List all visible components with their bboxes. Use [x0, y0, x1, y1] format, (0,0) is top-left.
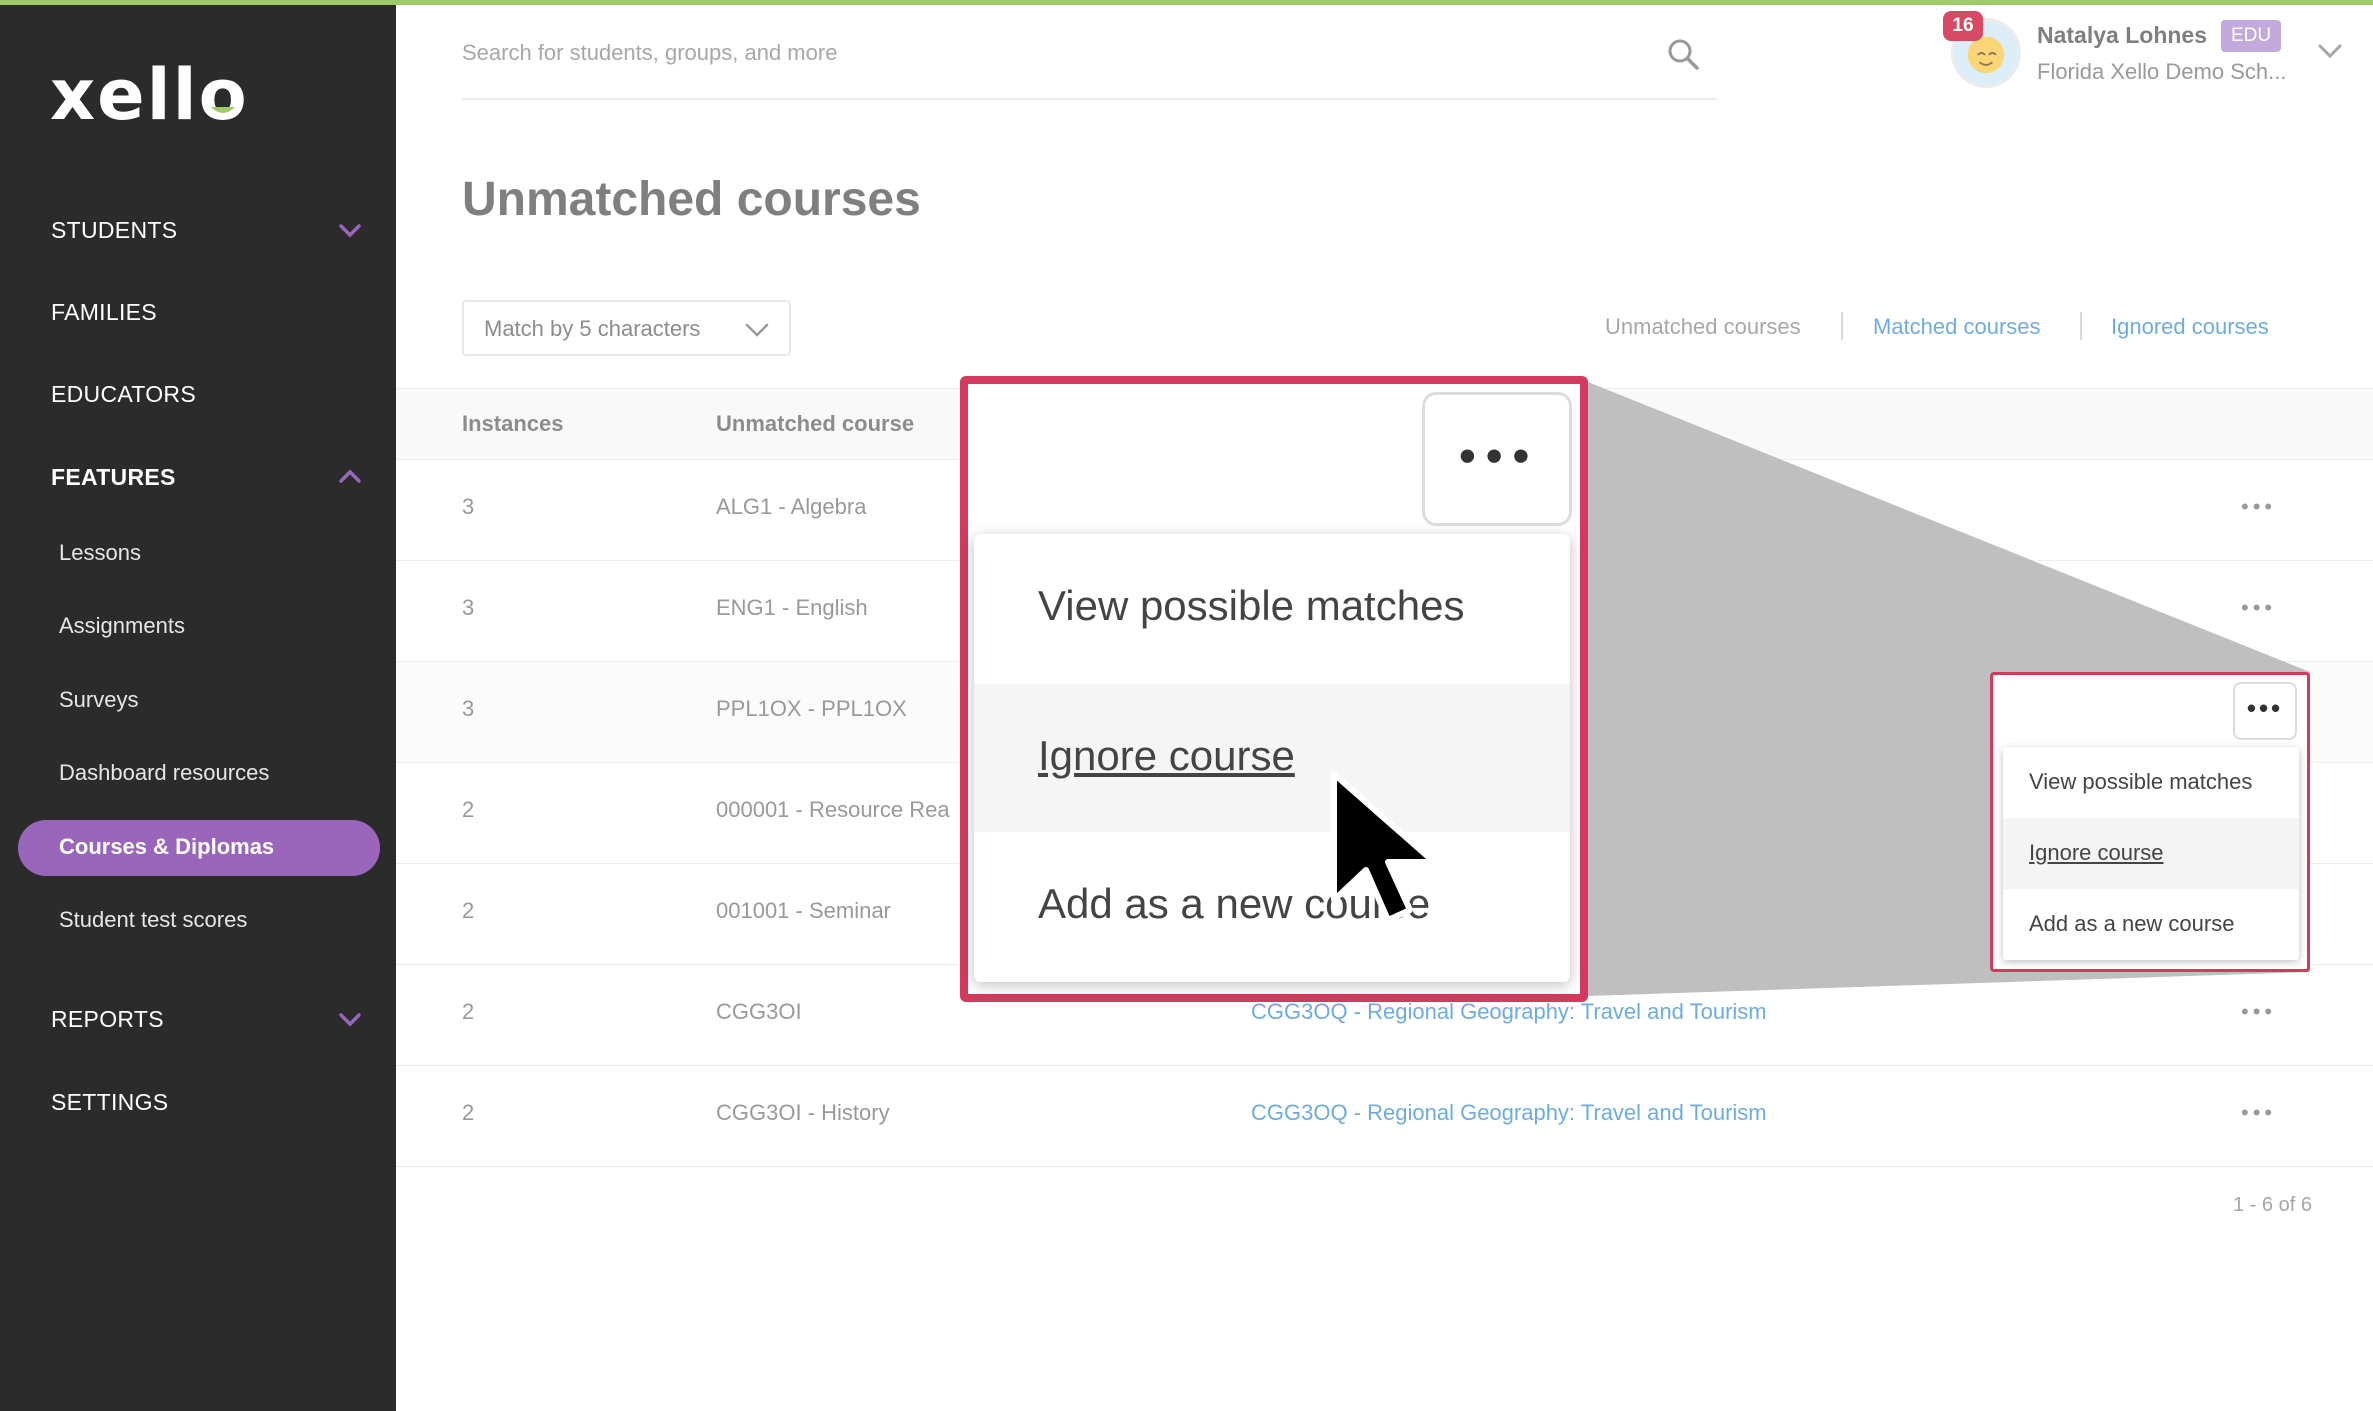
menu-item-label: View possible matches	[2029, 769, 2253, 794]
top-accent-bar	[0, 0, 2373, 5]
menu-item-label: Ignore course	[1038, 732, 1295, 779]
sidebar-item-reports[interactable]: REPORTS	[0, 1004, 396, 1034]
menu-item-ignore-course[interactable]: Ignore course	[974, 684, 1570, 832]
instances-cell: 2	[462, 898, 475, 923]
chevron-down-icon	[339, 224, 361, 238]
search-bar[interactable]: Search for students, groups, and more	[462, 20, 1717, 100]
user-name: Natalya Lohnes	[2037, 22, 2207, 48]
menu-item-add-as-new-course[interactable]: Add as a new course	[974, 832, 1570, 980]
sidebar-item-label: FEATURES	[51, 464, 176, 490]
sidebar-item-student-test-scores[interactable]: Student test scores	[0, 905, 396, 935]
row-context-menu: View possible matches Ignore course Add …	[2003, 747, 2299, 960]
tab-unmatched-courses[interactable]: Unmatched courses	[1605, 314, 1801, 340]
row-actions-button[interactable]: •••	[2241, 999, 2276, 1025]
row-actions-button[interactable]: •••	[2241, 595, 2276, 621]
sidebar-item-lessons[interactable]: Lessons	[0, 538, 396, 568]
sidebar-item-label: Dashboard resources	[59, 760, 270, 785]
course-cell: ALG1 - Algebra	[716, 494, 867, 519]
sidebar-item-dashboard-resources[interactable]: Dashboard resources	[0, 758, 396, 788]
instances-cell: 3	[462, 494, 475, 519]
pagination-label: 1 - 6 of 6	[2233, 1194, 2312, 1216]
mouse-pointer-icon	[1331, 771, 1437, 923]
row-actions-button[interactable]: •••	[2241, 1100, 2276, 1126]
sidebar-item-courses-diplomas[interactable]: Courses & Diplomas	[0, 832, 396, 862]
match-select-value: Match by 5 characters	[484, 316, 701, 341]
instances-cell: 2	[462, 1100, 475, 1125]
column-header-unmatched-course[interactable]: Unmatched course	[716, 411, 914, 437]
more-dots-icon	[1460, 449, 1528, 463]
chevron-down-icon	[745, 323, 769, 337]
zoomed-actions-button[interactable]	[1422, 392, 1572, 526]
sidebar: xello STUDENTS FAMILIES EDUCATORS FEATUR…	[0, 0, 396, 1411]
notification-badge[interactable]: 16	[1943, 11, 1983, 41]
course-cell: 000001 - Resource Rea	[716, 797, 950, 822]
sidebar-item-label: FAMILIES	[51, 299, 157, 325]
table-row: 2 CGG3OI - History CGG3OQ - Regional Geo…	[396, 1066, 2373, 1167]
search-input[interactable]: Search for students, groups, and more	[462, 40, 837, 66]
sidebar-item-assignments[interactable]: Assignments	[0, 611, 396, 641]
sidebar-item-surveys[interactable]: Surveys	[0, 685, 396, 715]
user-school: Florida Xello Demo Sch...	[2037, 59, 2287, 84]
instances-cell: 2	[462, 797, 475, 822]
instances-cell: 3	[462, 696, 475, 721]
sidebar-item-label: Assignments	[59, 613, 185, 638]
tab-divider	[1841, 312, 1843, 340]
chevron-down-icon	[339, 1013, 361, 1027]
match-link[interactable]: CGG3OQ - Regional Geography: Travel and …	[1251, 1100, 1767, 1126]
course-cell: ENG1 - English	[716, 595, 868, 620]
course-cell: PPL1OX - PPL1OX	[716, 696, 907, 721]
sidebar-item-educators[interactable]: EDUCATORS	[0, 379, 396, 409]
menu-item-add-as-new-course[interactable]: Add as a new course	[2003, 889, 2299, 960]
match-link[interactable]: CGG3OQ - Regional Geography: Travel and …	[1251, 999, 1767, 1025]
course-cell: 001001 - Seminar	[716, 898, 891, 923]
menu-item-label: Ignore course	[2029, 840, 2164, 865]
chevron-up-icon	[339, 469, 361, 483]
row-actions-button[interactable]: •••	[2233, 682, 2297, 740]
sidebar-item-label: EDUCATORS	[51, 381, 196, 407]
page-title: Unmatched courses	[462, 173, 921, 226]
sidebar-item-students[interactable]: STUDENTS	[0, 215, 396, 245]
sidebar-item-label: Student test scores	[59, 907, 248, 932]
tab-matched-courses[interactable]: Matched courses	[1873, 314, 2041, 340]
menu-item-ignore-course[interactable]: Ignore course	[2003, 818, 2299, 889]
tab-ignored-courses[interactable]: Ignored courses	[2111, 314, 2269, 340]
course-cell: CGG3OI	[716, 999, 802, 1024]
zoomed-context-menu: View possible matches Ignore course Add …	[974, 534, 1570, 982]
sidebar-item-label: STUDENTS	[51, 217, 178, 243]
row-actions-button[interactable]: •••	[2241, 494, 2276, 520]
sidebar-item-label: SETTINGS	[51, 1089, 169, 1115]
instances-cell: 2	[462, 999, 475, 1024]
sidebar-item-label: Lessons	[59, 540, 141, 565]
sidebar-item-features[interactable]: FEATURES	[0, 462, 396, 492]
sidebar-item-label: Courses & Diplomas	[59, 834, 275, 859]
sidebar-item-label: REPORTS	[51, 1006, 164, 1032]
sidebar-item-families[interactable]: FAMILIES	[0, 297, 396, 327]
match-select[interactable]: Match by 5 characters	[462, 300, 791, 356]
sidebar-item-settings[interactable]: SETTINGS	[0, 1087, 396, 1117]
chevron-down-icon[interactable]	[2316, 40, 2344, 62]
menu-item-view-possible-matches[interactable]: View possible matches	[2003, 747, 2299, 818]
course-cell: CGG3OI - History	[716, 1100, 890, 1125]
menu-item-label: Add as a new course	[2029, 911, 2235, 936]
tab-divider	[2080, 312, 2082, 340]
column-header-instances[interactable]: Instances	[462, 411, 564, 437]
sidebar-item-label: Surveys	[59, 687, 139, 712]
menu-item-view-possible-matches[interactable]: View possible matches	[974, 534, 1570, 682]
logo-smile-icon	[211, 107, 235, 113]
search-icon[interactable]	[1665, 36, 1701, 72]
menu-item-label: View possible matches	[1038, 582, 1465, 629]
role-badge: EDU	[2221, 20, 2281, 52]
instances-cell: 3	[462, 595, 475, 620]
